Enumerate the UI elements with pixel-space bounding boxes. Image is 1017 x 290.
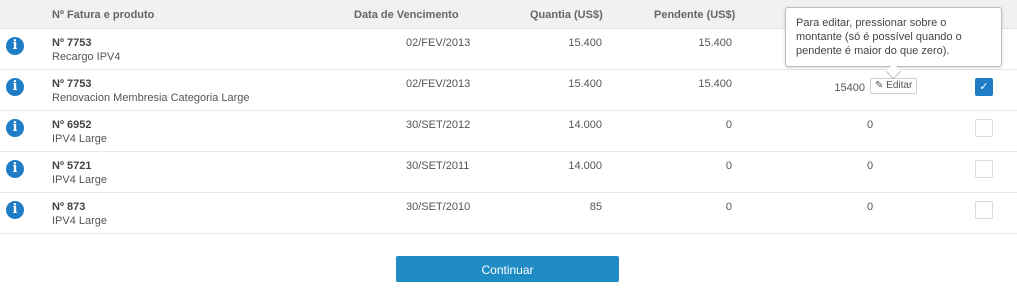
info-icon[interactable]: i [6,37,24,55]
row-checkbox[interactable]: ✓ [975,78,993,96]
invoice-product: IPV4 Large [52,174,108,186]
pending: 0 [725,201,732,213]
table-row: i Nº 7753 Renovacion Membresia Categoria… [0,70,1017,111]
row-checkbox[interactable] [975,160,993,178]
due-date: 30/SET/2011 [406,160,470,172]
amount: 85 [589,201,602,213]
check-icon: ✓ [979,81,989,93]
header-amount: Quantia (US$) [530,9,603,21]
due-date: 30/SET/2010 [406,201,471,213]
pending: 0 [725,160,732,172]
header-pending: Pendente (US$) [654,9,736,21]
invoice-number: Nº 6952 [52,119,92,131]
invoice-product: IPV4 Large [52,133,108,145]
due-date: 02/FEV/2013 [406,78,471,90]
due-date: 02/FEV/2013 [406,37,471,49]
table-row: i Nº 873 IPV4 Large 30/SET/2010 85 0 0 [0,193,1017,234]
invoice-number: Nº 873 [52,201,86,213]
invoice-number: Nº 5721 [52,160,92,172]
editable-amount[interactable]: 15400 [820,82,865,94]
amount: 14.000 [568,160,602,172]
pencil-icon: ✎ [875,80,884,91]
invoice-number: Nº 7753 [52,78,92,90]
row-checkbox[interactable] [975,201,993,219]
invoice-product: Recargo IPV4 [52,51,121,63]
continue-button[interactable]: Continuar [396,256,619,282]
row-checkbox[interactable] [975,119,993,137]
editable-amount: 0 [866,201,874,213]
table-row: i Nº 6952 IPV4 Large 30/SET/2012 14.000 … [0,111,1017,152]
invoice-number: Nº 7753 [52,37,92,49]
due-date: 30/SET/2012 [406,119,471,131]
info-icon[interactable]: i [6,160,24,178]
header-due-date: Data de Vencimento [354,9,459,21]
amount: 14.000 [568,119,602,131]
invoice-product: Renovacion Membresia Categoria Large [52,92,250,104]
info-icon[interactable]: i [6,119,24,137]
invoice-product: IPV4 Large [52,215,108,227]
editable-amount: 0 [866,160,874,172]
pending: 0 [725,119,732,131]
table-row: i Nº 5721 IPV4 Large 30/SET/2011 14.000 … [0,152,1017,193]
info-icon[interactable]: i [6,78,24,96]
tooltip-text: Para editar, pressionar sobre o montante… [796,17,962,57]
edit-button-label: Editar [886,80,913,91]
pending: 15.400 [698,78,732,90]
pending: 15.400 [698,37,732,49]
editable-amount: 0 [866,119,874,131]
amount: 15.400 [568,78,602,90]
header-invoice-product: Nº Fatura e produto [52,9,155,21]
amount: 15.400 [568,37,602,49]
edit-tooltip: Para editar, pressionar sobre o montante… [785,7,1002,67]
info-icon[interactable]: i [6,201,24,219]
edit-button[interactable]: ✎ Editar [870,78,918,94]
